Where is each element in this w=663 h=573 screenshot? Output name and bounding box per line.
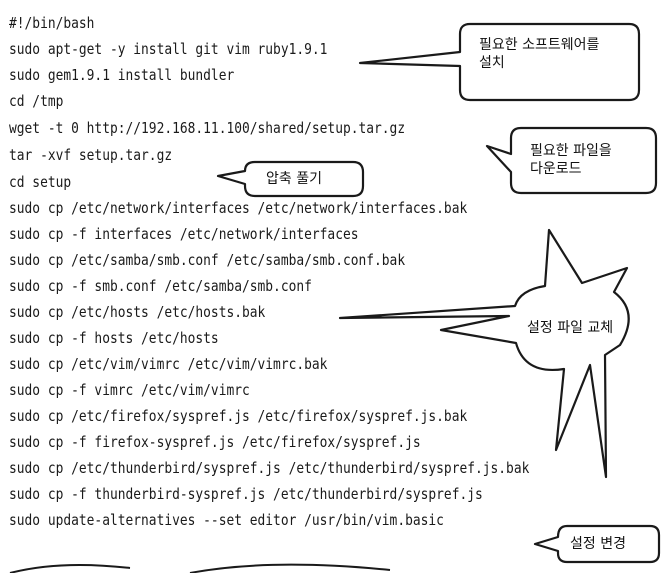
callout-download-files-text: 필요한 파일을 다운로드 bbox=[530, 142, 612, 178]
callout-install-software-text: 필요한 소프트웨어를 설치 bbox=[479, 36, 599, 72]
callout-extract-text: 압축 풀기 bbox=[266, 171, 322, 187]
callout-balloons bbox=[9, 22, 661, 573]
decorative-curve bbox=[189, 563, 391, 573]
callout-line: 필요한 소프트웨어를 bbox=[479, 37, 600, 53]
callout-replace-config-text: 설정 파일 교체 bbox=[527, 320, 614, 336]
callout-line: 다운로드 bbox=[530, 161, 582, 177]
callout-line: 설치 bbox=[479, 55, 505, 71]
callout-change-setting-text: 설정 변경 bbox=[570, 536, 626, 552]
decorative-curve bbox=[9, 563, 131, 573]
callout-replace-config-balloon bbox=[338, 228, 630, 479]
callout-line: 필요한 파일을 bbox=[530, 143, 612, 159]
